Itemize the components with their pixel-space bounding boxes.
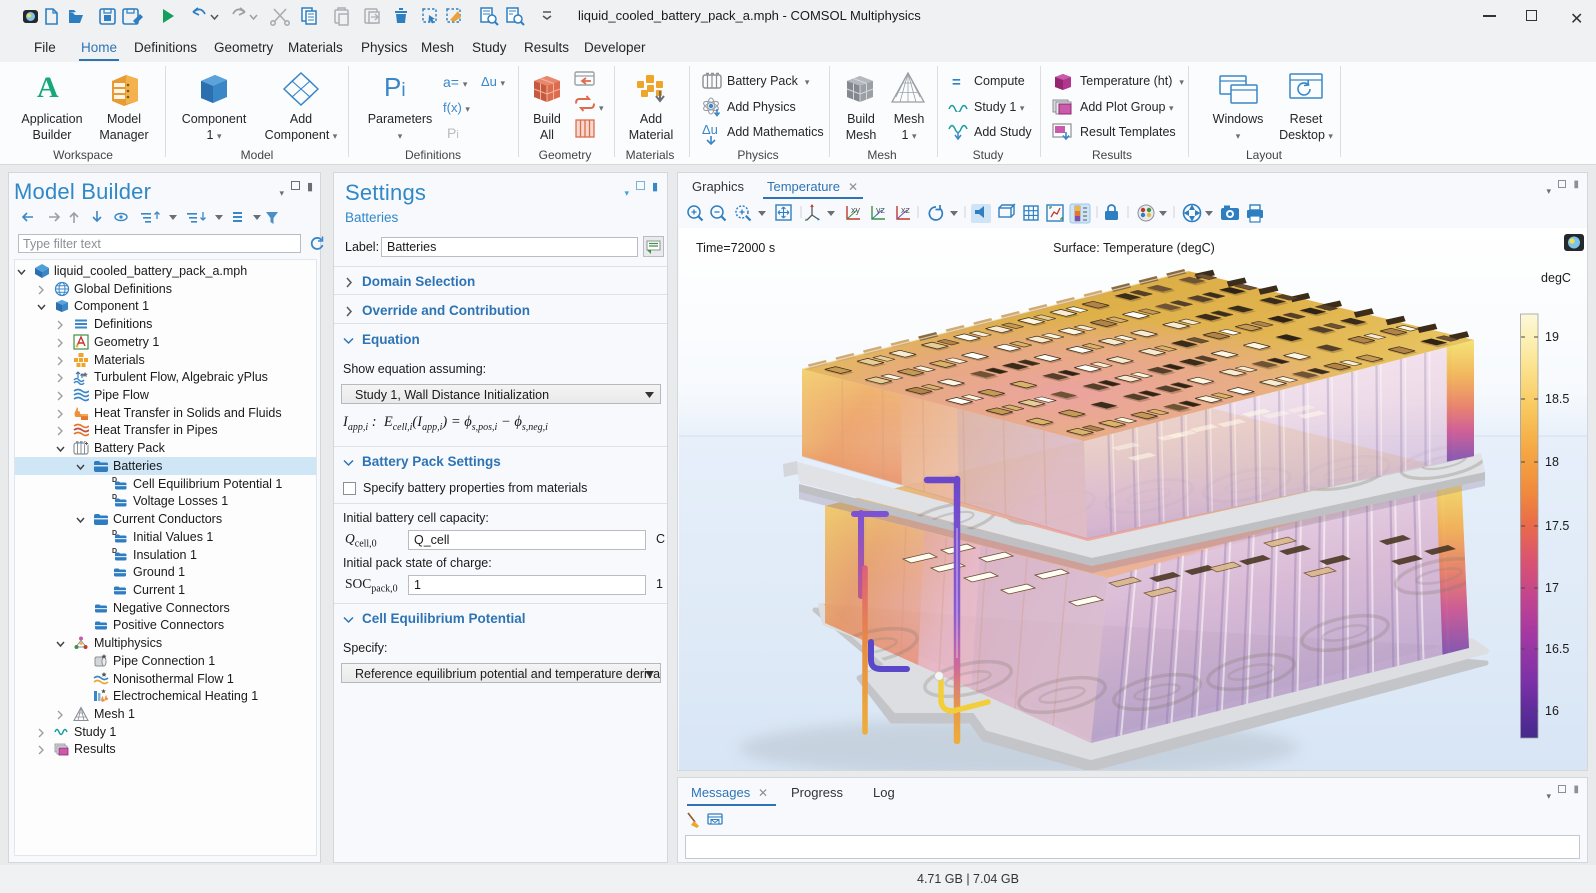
- svg-text:16: 16: [1545, 704, 1559, 718]
- svg-text:Surface: Temperature (degC): Surface: Temperature (degC): [1053, 241, 1215, 255]
- svg-text:18: 18: [1545, 455, 1559, 469]
- svg-text:19: 19: [1545, 330, 1559, 344]
- svg-text:xz: xz: [901, 205, 911, 215]
- svg-text:degC: degC: [1541, 271, 1571, 285]
- svg-text:xy: xy: [851, 205, 861, 215]
- svg-text:16.5: 16.5: [1545, 642, 1569, 656]
- svg-text:18.5: 18.5: [1545, 392, 1569, 406]
- svg-text:17.5: 17.5: [1545, 519, 1569, 533]
- svg-text:yz: yz: [876, 205, 886, 215]
- svg-text:Time=72000 s: Time=72000 s: [696, 241, 775, 255]
- svg-text:17: 17: [1545, 581, 1559, 595]
